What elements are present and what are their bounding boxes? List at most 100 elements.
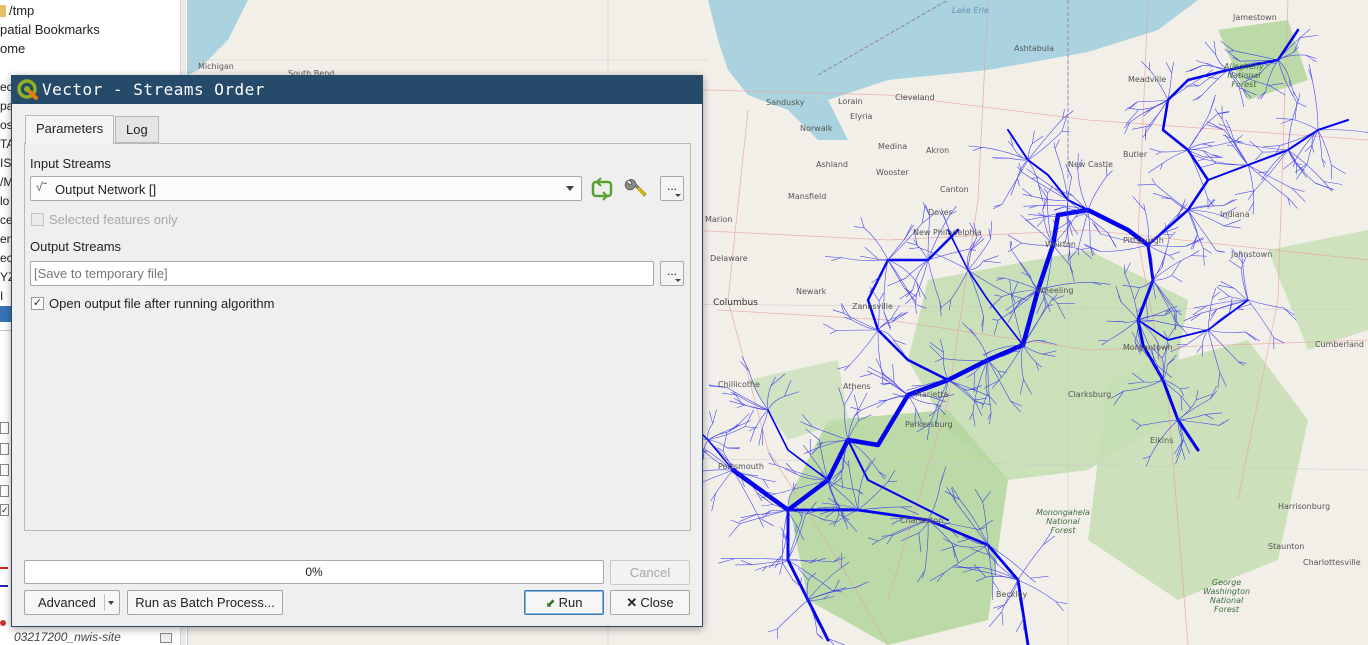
stream-tributary: [740, 514, 757, 519]
stream-tributary: [1187, 113, 1219, 151]
stream-tributary: [1190, 255, 1207, 257]
map-label: Monongahela National Forest: [1036, 508, 1090, 535]
stream-tributary: [1132, 125, 1151, 130]
table-icon[interactable]: [160, 633, 172, 643]
output-streams-browse-button[interactable]: ...: [660, 261, 684, 286]
stream-tributary: [983, 260, 1001, 264]
stream-tributary: [1292, 118, 1319, 131]
stream-tributary: [1149, 148, 1162, 153]
stream-tributary: [1152, 255, 1192, 281]
dialog-title-bar[interactable]: Vector - Streams Order: [12, 76, 702, 104]
stream-tributary: [859, 255, 879, 260]
input-streams-combo[interactable]: √˜ Output Network []: [30, 176, 582, 201]
stream-tributary: [1317, 129, 1332, 166]
advanced-button[interactable]: Advanced: [24, 590, 120, 615]
stream-tributary: [777, 599, 809, 629]
open-output-checkbox[interactable]: ✓: [31, 297, 44, 310]
stream-tributary: [1092, 222, 1101, 235]
browser-item-home[interactable]: ome: [0, 39, 25, 58]
layer-checkbox[interactable]: [0, 485, 9, 497]
output-streams-field[interactable]: [Save to temporary file]: [30, 261, 654, 286]
stream-tributary: [1168, 231, 1176, 239]
chevron-down-icon: [108, 601, 114, 605]
map-label: Lorain: [838, 97, 863, 106]
stream-tributary: [893, 381, 909, 396]
stream-tributary: [968, 145, 983, 148]
stream-tributary: [992, 581, 1000, 591]
cancel-button[interactable]: Cancel: [610, 560, 690, 585]
stream-tributary: [785, 462, 797, 475]
stream-tributary: [739, 514, 757, 522]
map-label: Johnstown: [1231, 250, 1273, 259]
stream-tributary: [1155, 184, 1189, 211]
stream-tributary: [967, 260, 984, 271]
stream-tributary: [864, 246, 879, 260]
input-streams-options-button[interactable]: ...: [660, 176, 684, 201]
map-label: Morgantown: [1123, 343, 1173, 352]
stream-tributary: [1054, 206, 1065, 211]
stream-tributary: [853, 394, 859, 411]
map-label: Jamestown: [1233, 13, 1277, 22]
tab-parameters[interactable]: Parameters: [25, 115, 115, 144]
stream-tributary: [876, 399, 888, 409]
browser-item-spatial-bookmarks[interactable]: patial Bookmarks: [0, 20, 100, 39]
selected-row-highlight: [0, 306, 11, 322]
map-label: Ashtabula: [1014, 44, 1055, 53]
browser-item-tmp[interactable]: /tmp: [0, 1, 34, 20]
stream-tributary: [843, 388, 854, 406]
map-label: Elyria: [850, 112, 873, 121]
qgis-logo-icon: [17, 79, 38, 100]
stream-tributary: [1032, 130, 1035, 144]
run-icon: ⬋: [545, 596, 556, 610]
stream-tributary: [1235, 190, 1255, 195]
tab-log[interactable]: Log: [115, 116, 159, 143]
map-label: Norwalk: [800, 124, 833, 133]
run-as-batch-button[interactable]: Run as Batch Process...: [127, 590, 283, 615]
stream-tributary: [1214, 108, 1223, 120]
stream-tributary: [1171, 275, 1183, 283]
layer-label[interactable]: 03217200_nwis-site: [14, 630, 121, 644]
stream-tributary: [768, 463, 776, 466]
stream-tributary: [1027, 131, 1063, 161]
stream-tributary: [736, 404, 746, 409]
selected-features-only-checkbox[interactable]: [31, 213, 44, 226]
stream-tributary: [1241, 142, 1289, 151]
streams-order-dialog: Vector - Streams Order Parameters Log In…: [11, 75, 703, 627]
layer-checkbox[interactable]: [0, 422, 9, 434]
map-label: Portsmouth: [718, 462, 764, 471]
stream-tributary: [1258, 171, 1268, 173]
stream-tributary: [887, 259, 905, 289]
stream-tributary: [1305, 54, 1317, 59]
stream-tributary: [1031, 177, 1039, 179]
wrench-icon[interactable]: [623, 176, 649, 202]
close-label: Close: [640, 595, 674, 610]
stream-tributary: [1247, 164, 1255, 203]
layer-checkbox[interactable]: ✓: [0, 504, 9, 516]
stream-tributary: [1323, 181, 1343, 185]
stream-tributary: [849, 329, 879, 366]
iterate-features-icon[interactable]: [589, 176, 615, 202]
run-button[interactable]: ⬋ Run: [524, 590, 604, 615]
stream-tributary: [860, 217, 865, 228]
stream-tributary: [768, 628, 778, 633]
selected-features-only-label: Selected features only: [49, 212, 178, 227]
layer-symbol: [0, 585, 8, 587]
stream-tributary: [1207, 298, 1213, 331]
map-label: Michigan: [198, 62, 234, 71]
line-layer-icon: √˜: [36, 180, 47, 194]
layer-checkbox[interactable]: [0, 464, 9, 476]
stream-tributary: [1010, 177, 1018, 196]
stream-tributary: [853, 226, 865, 229]
stream-tributary: [836, 329, 879, 332]
stream-tributary: [718, 558, 735, 564]
stream-tributary: [1196, 345, 1203, 353]
stream-tributary: [1081, 247, 1090, 250]
close-button[interactable]: ✕ Close: [610, 590, 690, 615]
stream-tributary: [709, 411, 714, 424]
stream-tributary: [1203, 156, 1223, 158]
layer-checkbox[interactable]: [0, 443, 9, 455]
map-label: Butler: [1123, 150, 1148, 159]
map-label: Wooster: [876, 168, 909, 177]
map-label: Delaware: [710, 254, 748, 263]
map-label: Weirton: [1045, 240, 1076, 249]
